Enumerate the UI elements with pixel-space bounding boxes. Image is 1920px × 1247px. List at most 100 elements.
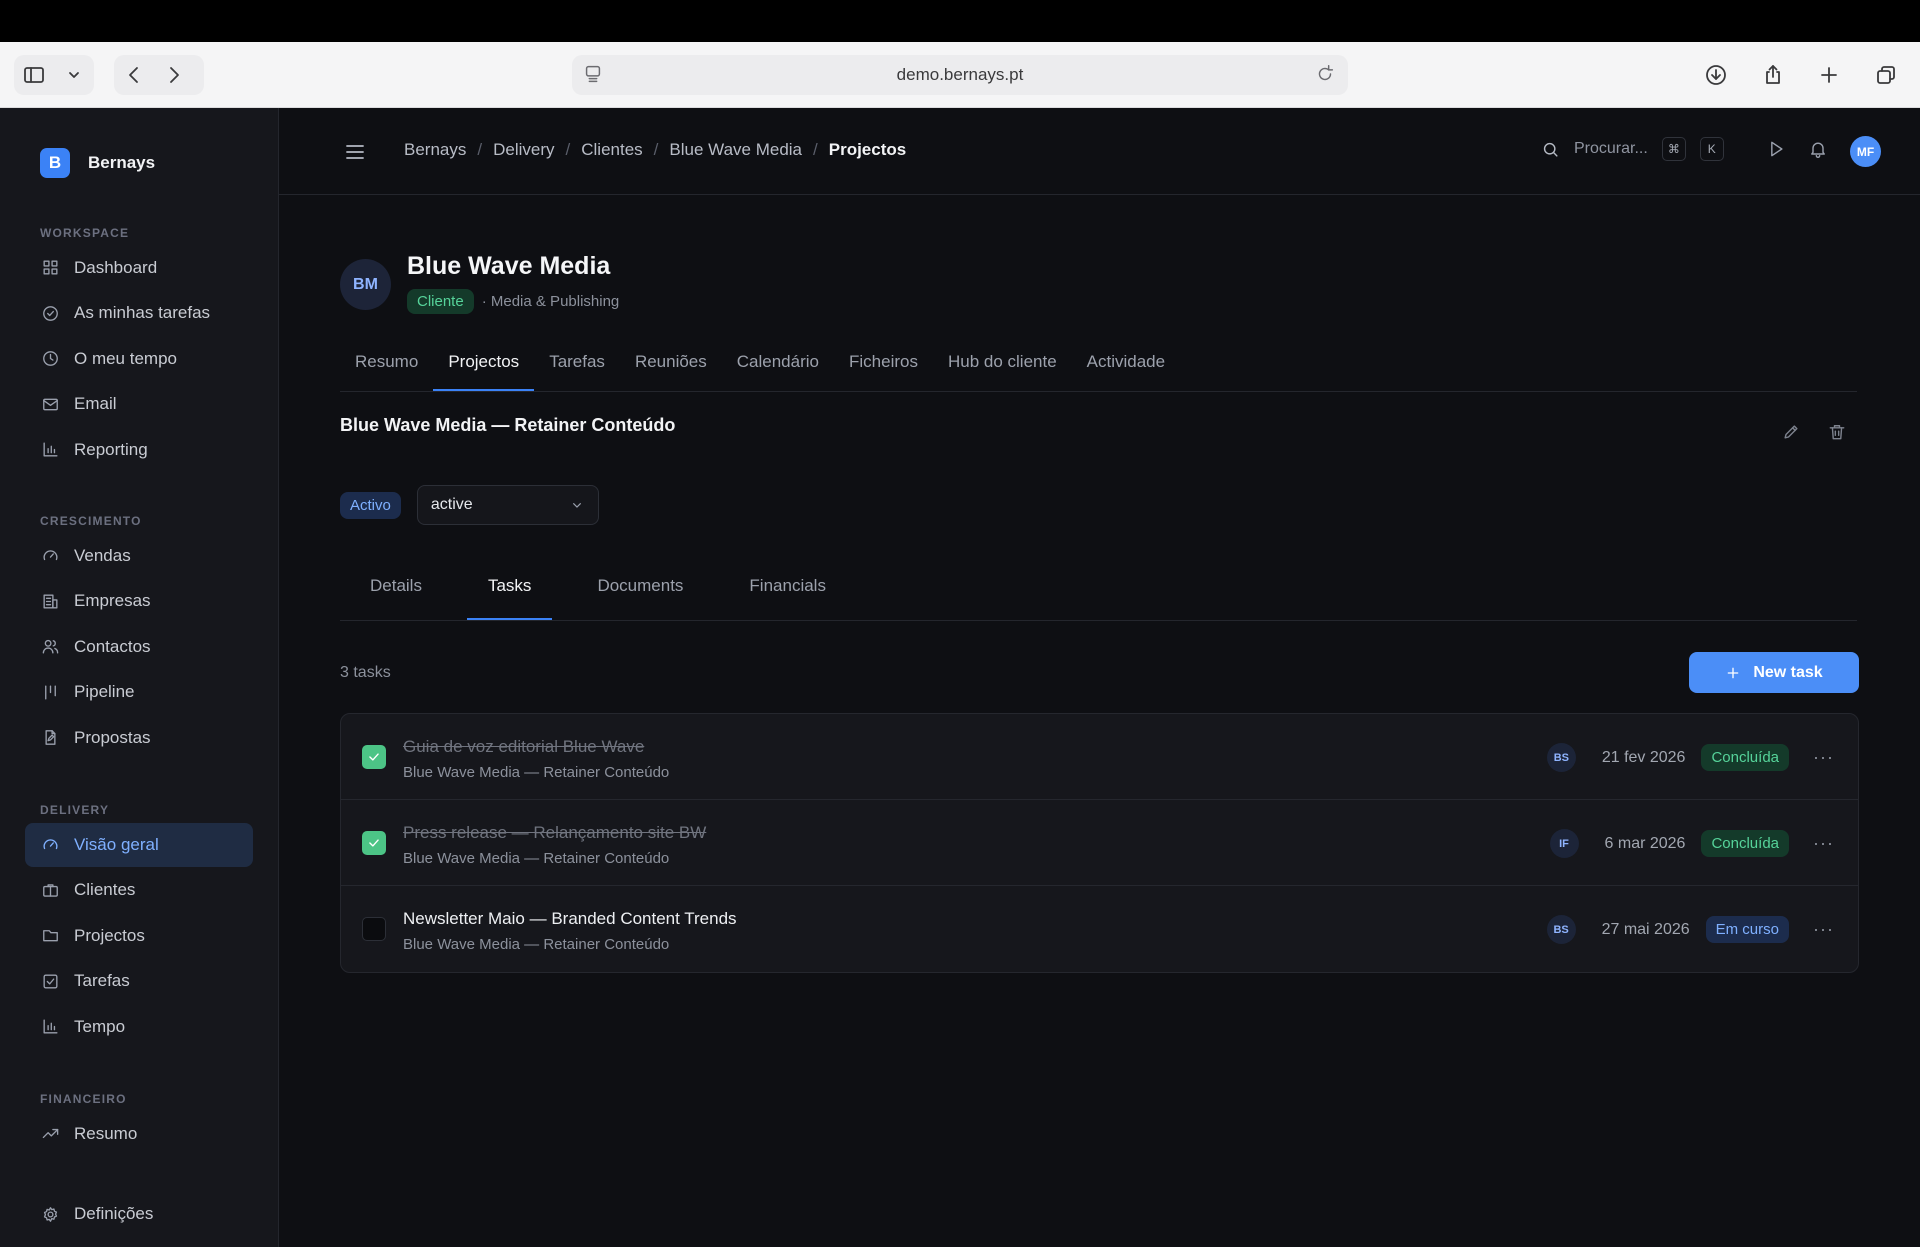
tab-financials[interactable]: Financials xyxy=(728,563,847,620)
tab-activity[interactable]: Actividade xyxy=(1072,340,1180,391)
new-tab-icon[interactable] xyxy=(1809,55,1849,95)
sidebar-toggle-group xyxy=(14,55,94,95)
play-timer-icon[interactable] xyxy=(1766,139,1786,164)
browser-sidebar-icon[interactable] xyxy=(14,55,54,95)
client-tabs: Resumo Projectos Tarefas Reuniões Calend… xyxy=(340,340,1857,392)
breadcrumb-item-delivery[interactable]: Delivery xyxy=(493,140,554,160)
task-title[interactable]: Guia de voz editorial Blue Wave xyxy=(403,737,644,757)
bell-icon[interactable] xyxy=(1808,139,1828,164)
more-options-icon[interactable]: ··· xyxy=(1813,919,1833,940)
project-tabs: Details Tasks Documents Financials xyxy=(340,563,1857,621)
client-meta: Cliente · Media & Publishing xyxy=(407,289,619,314)
tab-tasks[interactable]: Tarefas xyxy=(534,340,620,391)
address-bar[interactable]: demo.bernays.pt xyxy=(572,55,1348,95)
grid-icon xyxy=(43,260,58,275)
tab-summary[interactable]: Resumo xyxy=(340,340,433,391)
brand[interactable]: B Bernays xyxy=(40,148,155,178)
sidebar-item-settings[interactable]: Definições xyxy=(25,1192,253,1236)
gear-icon xyxy=(43,1206,58,1222)
tab-project-tasks[interactable]: Tasks xyxy=(466,563,553,620)
tab-files[interactable]: Ficheiros xyxy=(834,340,933,391)
tab-projects[interactable]: Projectos xyxy=(433,340,535,391)
sidebar-item-email[interactable]: Email xyxy=(25,382,253,426)
sidebar-item-contacts[interactable]: Contactos xyxy=(25,625,253,669)
shortcut-key-k: K xyxy=(1699,137,1724,161)
history-nav xyxy=(114,55,204,95)
status-select[interactable]: active xyxy=(416,485,599,525)
assignee-avatar: BS xyxy=(1546,743,1576,772)
sidebar-item-companies[interactable]: Empresas xyxy=(25,579,253,623)
task-row[interactable]: Newsletter Maio — Branded Content Trends… xyxy=(341,886,1858,972)
sidebar-item-label: Contactos xyxy=(74,636,151,656)
gauge-icon xyxy=(43,839,58,850)
sidebar-item-reporting[interactable]: Reporting xyxy=(25,428,253,472)
sidebar-item-dashboard[interactable]: Dashboard xyxy=(25,246,253,290)
sidebar-item-overview[interactable]: Visão geral xyxy=(25,822,253,867)
nav-heading: WORKSPACE xyxy=(40,226,130,240)
sidebar-item-sales[interactable]: Vendas xyxy=(25,534,253,578)
breadcrumb-item-bernays[interactable]: Bernays xyxy=(404,140,466,160)
tab-details[interactable]: Details xyxy=(349,563,443,620)
back-arrow-icon[interactable] xyxy=(114,55,154,95)
global-search[interactable]: Procurar... ⌘ K xyxy=(1541,137,1724,161)
sidebar-item-label: Vendas xyxy=(74,545,131,565)
chevron-down-icon[interactable] xyxy=(54,55,94,95)
share-icon[interactable] xyxy=(1753,55,1793,95)
tab-meetings[interactable]: Reuniões xyxy=(620,340,722,391)
task-row[interactable]: Press release — Relançamento site BW Blu… xyxy=(341,800,1858,886)
sidebar-item-label: Clientes xyxy=(74,880,136,900)
edit-pencil-icon[interactable] xyxy=(1781,422,1801,447)
new-task-button[interactable]: New task xyxy=(1689,652,1859,693)
more-options-icon[interactable]: ··· xyxy=(1813,747,1833,768)
tab-overview-icon[interactable] xyxy=(1866,55,1906,95)
breadcrumb-separator: / xyxy=(653,140,659,159)
forward-arrow-icon[interactable] xyxy=(154,55,194,95)
trash-icon[interactable] xyxy=(1827,422,1847,447)
reader-mode-icon[interactable] xyxy=(582,63,606,87)
sidebar-item-label: Tarefas xyxy=(74,971,130,991)
menu-icon[interactable] xyxy=(343,140,367,164)
checkbox-icon xyxy=(43,974,58,989)
tab-documents[interactable]: Documents xyxy=(576,563,704,620)
nav-section-growth: CRESCIMENTO Vendas Empresas Contactos Pi… xyxy=(25,510,253,760)
task-row[interactable]: Guia de voz editorial Blue Wave Blue Wav… xyxy=(341,714,1858,800)
sidebar-item-my-time[interactable]: O meu tempo xyxy=(25,337,253,381)
sidebar-item-pipeline[interactable]: Pipeline xyxy=(25,670,253,714)
sidebar-item-summary[interactable]: Resumo xyxy=(25,1112,253,1156)
sidebar-item-projects[interactable]: Projectos xyxy=(25,914,253,958)
task-due-date: 27 mai 2026 xyxy=(1601,920,1690,938)
main-content: Bernays / Delivery / Clientes / Blue Wav… xyxy=(279,108,1920,1247)
download-icon[interactable] xyxy=(1696,55,1736,95)
client-header: BM Blue Wave Media Cliente · Media & Pub… xyxy=(340,252,619,314)
tab-calendar[interactable]: Calendário xyxy=(722,340,834,391)
user-avatar[interactable]: MF xyxy=(1850,136,1881,167)
task-checkbox[interactable] xyxy=(362,917,386,941)
breadcrumb-item-clients[interactable]: Clientes xyxy=(581,140,642,160)
shortcut-key-cmd: ⌘ xyxy=(1661,137,1686,161)
sidebar-item-my-tasks[interactable]: As minhas tarefas xyxy=(25,291,253,335)
chevron-down-icon xyxy=(572,503,581,508)
sidebar-item-proposals[interactable]: Propostas xyxy=(25,716,253,760)
reload-icon[interactable] xyxy=(1314,63,1338,87)
sidebar-item-tasks[interactable]: Tarefas xyxy=(25,959,253,1003)
breadcrumb-item-client[interactable]: Blue Wave Media xyxy=(669,140,802,160)
sidebar-item-clients[interactable]: Clientes xyxy=(25,868,253,912)
sidebar-item-label: Definições xyxy=(74,1204,154,1223)
more-options-icon[interactable]: ··· xyxy=(1813,833,1833,854)
nav-heading: DELIVERY xyxy=(40,803,110,817)
clock-icon xyxy=(43,351,58,367)
check-icon xyxy=(369,839,379,847)
tab-client-hub[interactable]: Hub do cliente xyxy=(933,340,1072,391)
breadcrumb-separator: / xyxy=(477,140,483,159)
task-title[interactable]: Press release — Relançamento site BW xyxy=(403,823,706,843)
sidebar-item-time[interactable]: Tempo xyxy=(25,1005,253,1049)
search-placeholder: Procurar... xyxy=(1574,140,1648,157)
nav-heading: FINANCEIRO xyxy=(40,1092,127,1106)
address-url: demo.bernays.pt xyxy=(896,65,1024,84)
breadcrumb: Bernays / Delivery / Clientes / Blue Wav… xyxy=(404,140,906,160)
browser-actions xyxy=(1696,55,1906,95)
task-checkbox[interactable] xyxy=(362,831,386,855)
task-checkbox[interactable] xyxy=(362,745,386,769)
task-title[interactable]: Newsletter Maio — Branded Content Trends xyxy=(403,909,737,929)
document-edit-icon xyxy=(45,730,56,746)
